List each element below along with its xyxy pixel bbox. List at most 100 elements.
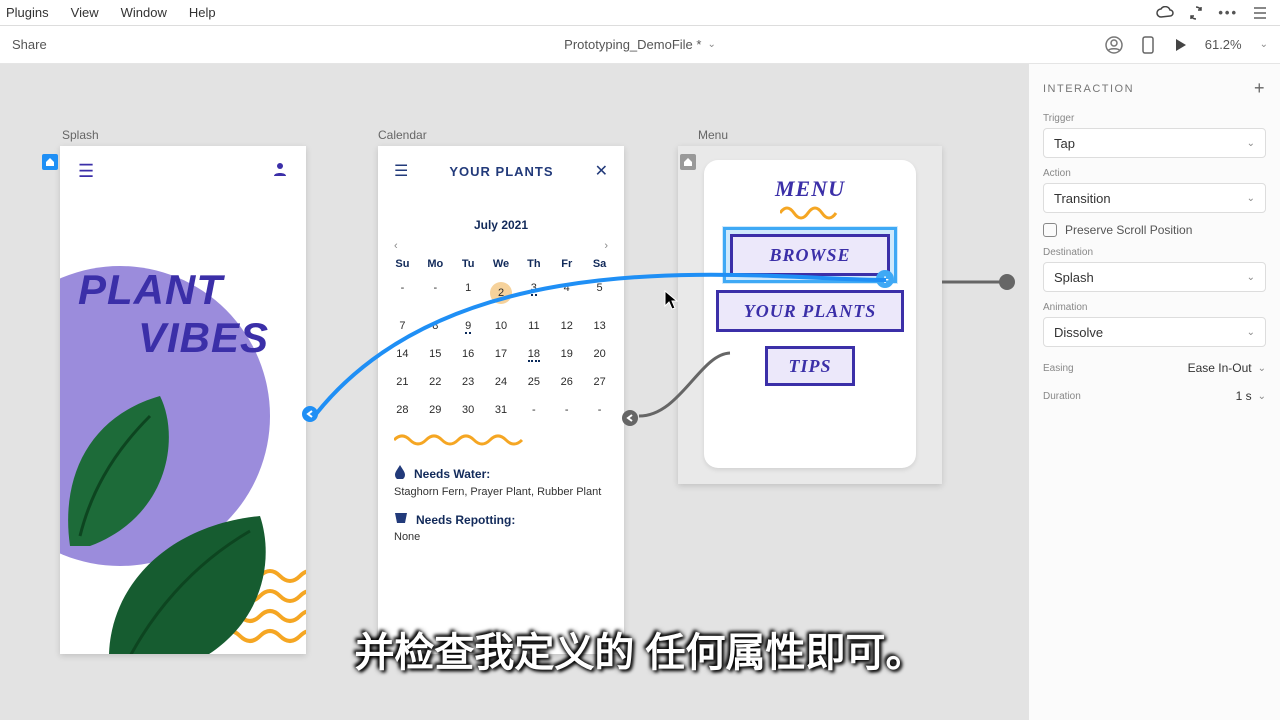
calendar-day: - [550, 396, 583, 424]
calendar-day: 16 [452, 340, 485, 368]
share-button[interactable]: Share [12, 37, 47, 52]
wire-destination-handle[interactable] [302, 406, 318, 422]
calendar-day: 8 [419, 312, 452, 340]
menu-help[interactable]: Help [189, 5, 216, 20]
add-interaction-handle[interactable]: + [876, 270, 894, 288]
document-topbar: Share Prototyping_DemoFile * ⌄ 61.2% ⌄ [0, 26, 1280, 64]
needs-water-body: Staghorn Fern, Prayer Plant, Rubber Plan… [378, 484, 624, 506]
trigger-select[interactable]: Tap⌄ [1043, 128, 1266, 158]
sync-icon[interactable] [1188, 5, 1204, 21]
pot-icon [394, 512, 408, 527]
menu-view[interactable]: View [71, 5, 99, 20]
wire-destination-handle[interactable] [622, 410, 638, 426]
calendar-day: 9 [452, 312, 485, 340]
avatar-icon[interactable] [1105, 36, 1123, 54]
cursor-icon [664, 290, 678, 310]
play-icon[interactable] [1173, 38, 1187, 52]
interaction-panel: INTERACTION + Trigger Tap⌄ Action Transi… [1028, 64, 1280, 720]
calendar-day: 2 [485, 274, 518, 312]
easing-label: Easing [1043, 363, 1074, 374]
calendar-day: 28 [386, 396, 419, 424]
artboard-splash[interactable]: ☰ PLANT VIBES [60, 146, 306, 654]
calendar-day: 10 [485, 312, 518, 340]
preserve-scroll-checkbox[interactable]: Preserve Scroll Position [1043, 223, 1266, 237]
calendar-day: 23 [452, 368, 485, 396]
cloud-icon[interactable] [1156, 6, 1174, 20]
calendar-day: 1 [452, 274, 485, 312]
action-label: Action [1043, 168, 1266, 179]
panel-title: INTERACTION [1043, 83, 1134, 95]
artboard-label-calendar[interactable]: Calendar [378, 128, 427, 142]
wire-source-handle[interactable] [999, 274, 1015, 290]
mobile-preview-icon[interactable] [1141, 36, 1155, 54]
duration-select[interactable]: 1 s⌄ [1236, 389, 1266, 403]
menu-plugins[interactable]: Plugins [6, 5, 49, 20]
chevron-down-icon: ⌄ [1258, 363, 1266, 374]
calendar-dow: Tu [452, 254, 485, 274]
prev-month-icon: ‹ [394, 240, 398, 252]
calendar-day: - [386, 274, 419, 312]
close-icon: ✕ [595, 161, 608, 181]
calendar-day: 29 [419, 396, 452, 424]
hamburger-icon: ☰ [78, 161, 94, 182]
wave-decoration-icon [780, 206, 840, 220]
more-icon[interactable]: ••• [1218, 5, 1238, 20]
chevron-down-icon[interactable]: ⌄ [707, 39, 715, 50]
calendar-day: 11 [517, 312, 550, 340]
calendar-day: 27 [583, 368, 616, 396]
calendar-day: 31 [485, 396, 518, 424]
needs-repot-label: Needs Repotting: [416, 513, 515, 527]
user-icon [272, 161, 288, 182]
calendar-day: 25 [517, 368, 550, 396]
calendar-day: 4 [550, 274, 583, 312]
menu-window[interactable]: Window [121, 5, 167, 20]
menu-button-browse[interactable]: BROWSE [730, 234, 890, 276]
calendar-day: 17 [485, 340, 518, 368]
action-select[interactable]: Transition⌄ [1043, 183, 1266, 213]
calendar-dow: Th [517, 254, 550, 274]
calendar-day: 5 [583, 274, 616, 312]
menu-title: MENU [775, 176, 845, 202]
calendar-day: 14 [386, 340, 419, 368]
menu-button-your-plants[interactable]: YOUR PLANTS [716, 290, 904, 332]
needs-water-label: Needs Water: [414, 467, 490, 481]
needs-repot-body: None [378, 529, 624, 551]
chevron-down-icon: ⌄ [1247, 327, 1255, 338]
calendar-day: 19 [550, 340, 583, 368]
list-icon[interactable] [1252, 6, 1268, 20]
menu-card: MENU BROWSE YOUR PLANTS TIPS [704, 160, 916, 468]
calendar-day: - [419, 274, 452, 312]
home-artboard-handle[interactable] [42, 154, 58, 170]
duration-label: Duration [1043, 391, 1081, 402]
calendar-day: 21 [386, 368, 419, 396]
add-interaction-icon[interactable]: + [1254, 78, 1266, 99]
artboard-label-splash[interactable]: Splash [62, 128, 99, 142]
artboard-menu[interactable]: MENU BROWSE YOUR PLANTS TIPS [678, 146, 942, 484]
artboard-calendar[interactable]: ☰ YOUR PLANTS ✕ July 2021 ‹› SuMoTuWeThF… [378, 146, 624, 654]
chevron-down-icon: ⌄ [1247, 272, 1255, 283]
app-menubar: Plugins View Window Help ••• [0, 0, 1280, 26]
document-title[interactable]: Prototyping_DemoFile * [564, 37, 701, 52]
destination-select[interactable]: Splash⌄ [1043, 262, 1266, 292]
zoom-level[interactable]: 61.2% [1205, 37, 1242, 52]
chevron-down-icon: ⌄ [1258, 391, 1266, 402]
calendar-day: 18 [517, 340, 550, 368]
calendar-day: - [517, 396, 550, 424]
leaf-icon [100, 506, 300, 654]
home-artboard-handle[interactable] [680, 154, 696, 170]
calendar-day: 13 [583, 312, 616, 340]
menu-button-tips[interactable]: TIPS [765, 346, 855, 386]
calendar-day: 20 [583, 340, 616, 368]
calendar-dow: Fr [550, 254, 583, 274]
video-subtitle: 并检查我定义的 任何属性即可。 [354, 620, 925, 678]
chevron-down-icon[interactable]: ⌄ [1260, 39, 1268, 50]
calendar-dow: Mo [419, 254, 452, 274]
calendar-day: - [583, 396, 616, 424]
easing-select[interactable]: Ease In-Out⌄ [1188, 361, 1266, 375]
artboard-label-menu[interactable]: Menu [698, 128, 728, 142]
animation-select[interactable]: Dissolve⌄ [1043, 317, 1266, 347]
calendar-month: July 2021 [378, 218, 624, 232]
calendar-grid: SuMoTuWeThFrSa --12345789101112131415161… [378, 254, 624, 424]
calendar-day: 30 [452, 396, 485, 424]
destination-label: Destination [1043, 247, 1266, 258]
